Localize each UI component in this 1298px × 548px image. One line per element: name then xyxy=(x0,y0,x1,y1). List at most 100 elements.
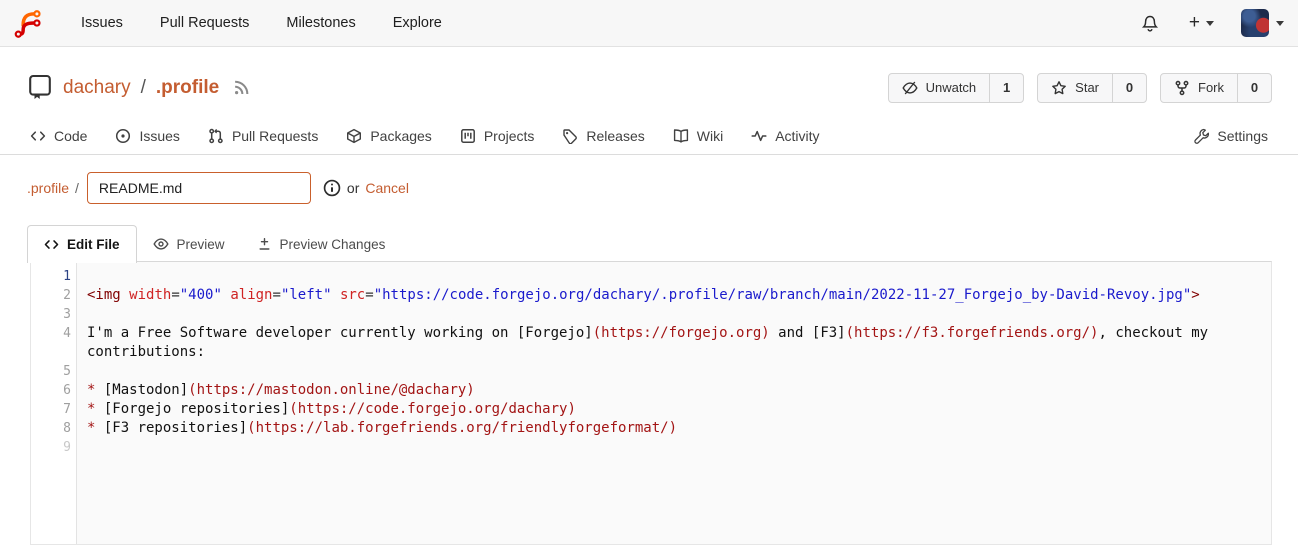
code-row: 2 <img width="400" align="left" src="http… xyxy=(31,286,1271,305)
star-button[interactable]: Star xyxy=(1038,73,1113,102)
git-pull-request-icon xyxy=(208,128,224,144)
repo-tab-issues[interactable]: Issues xyxy=(115,128,180,144)
repo-tab-code[interactable]: Code xyxy=(30,128,87,144)
unwatch-button-group: Unwatch 1 xyxy=(887,72,1025,103)
unwatch-button[interactable]: Unwatch xyxy=(889,73,991,102)
code-token: and [F3] xyxy=(769,325,846,341)
repo-owner-link[interactable]: dachary xyxy=(63,77,131,99)
repo-header: dachary / .profile Unwatch 1 Star 0 Fork… xyxy=(0,47,1298,118)
code-token: [F3 repositories] xyxy=(103,420,248,436)
repo-tab-label: Projects xyxy=(483,128,535,144)
unwatch-label: Unwatch xyxy=(925,80,977,95)
code-line[interactable] xyxy=(71,362,87,381)
eye-slash-icon xyxy=(901,80,918,96)
code-token: contributions: xyxy=(87,344,206,360)
breadcrumb-separator: / xyxy=(75,179,79,196)
code-token: (https://code.forgejo.org/dachary) xyxy=(289,401,576,417)
notifications-bell-icon[interactable] xyxy=(1141,14,1159,33)
nav-item-explore[interactable]: Explore xyxy=(393,15,442,31)
code-line[interactable] xyxy=(71,305,87,324)
issue-circle-dot-icon xyxy=(115,128,131,144)
repo-tab-label: Pull Requests xyxy=(231,128,319,144)
stars-count[interactable]: 0 xyxy=(1113,74,1146,102)
nav-item-pull-requests[interactable]: Pull Requests xyxy=(160,15,249,31)
fork-button-group: Fork 0 xyxy=(1160,72,1272,103)
wrench-icon xyxy=(1193,128,1210,144)
code-line[interactable] xyxy=(71,438,87,457)
repo-tab-settings[interactable]: Settings xyxy=(1193,128,1268,144)
code-token: (https://lab.forgefriends.org/friendlyfo… xyxy=(247,420,678,436)
code-icon xyxy=(30,128,46,144)
code-row: 3 xyxy=(31,305,1271,324)
nav-item-milestones[interactable]: Milestones xyxy=(286,15,355,31)
repo-tab-pull-requests[interactable]: Pull Requests xyxy=(208,128,318,144)
tab-preview[interactable]: Preview xyxy=(137,226,241,262)
tab-preview-changes[interactable]: Preview Changes xyxy=(241,226,402,262)
code-row: 6 * [Mastodon](https://mastodon.online/@d… xyxy=(31,381,1271,400)
line-number: 6 xyxy=(63,383,71,398)
code-token: * xyxy=(87,420,104,436)
repo-tab-label: Settings xyxy=(1217,128,1268,144)
user-menu[interactable] xyxy=(1241,9,1284,37)
repo-tab-releases[interactable]: Releases xyxy=(562,128,645,144)
watchers-count[interactable]: 1 xyxy=(990,74,1023,102)
editor-tab-label: Preview xyxy=(176,236,225,252)
code-line[interactable]: * [Forgejo repositories](https://code.fo… xyxy=(71,400,576,419)
code-row: 5 xyxy=(31,362,1271,381)
code-icon xyxy=(44,237,59,252)
nav-item-issues[interactable]: Issues xyxy=(81,15,123,31)
repo-tab-activity[interactable]: Activity xyxy=(751,128,820,144)
code-line[interactable]: <img width="400" align="left" src="https… xyxy=(71,286,1200,305)
repo-tab-wiki[interactable]: Wiki xyxy=(673,128,723,144)
code-line[interactable]: * [Mastodon](https://mastodon.online/@da… xyxy=(71,381,475,400)
or-text: or xyxy=(346,179,360,196)
code-token: * xyxy=(87,382,104,398)
code-editor[interactable]: 1 2 <img width="400" align="left" src="htt… xyxy=(30,261,1272,545)
code-line[interactable]: contributions: xyxy=(71,343,205,362)
code-line[interactable]: * [F3 repositories](https://lab.forgefri… xyxy=(71,419,677,438)
fork-icon xyxy=(1174,80,1190,96)
cancel-link[interactable]: Cancel xyxy=(365,180,409,196)
code-token: = xyxy=(365,287,374,303)
code-token: = xyxy=(272,287,281,303)
code-line[interactable] xyxy=(71,267,87,286)
code-token: (https://forgejo.org) xyxy=(592,325,770,341)
file-path-row: .profile / or Cancel xyxy=(27,171,1271,204)
book-icon xyxy=(673,128,689,144)
repo-name-link[interactable]: .profile xyxy=(156,77,219,99)
breadcrumb-dir-link[interactable]: .profile xyxy=(27,180,69,196)
repo-icon xyxy=(27,74,53,101)
forks-count[interactable]: 0 xyxy=(1238,74,1271,102)
code-token: <img xyxy=(87,287,130,303)
fork-button[interactable]: Fork xyxy=(1161,73,1238,102)
user-avatar[interactable] xyxy=(1241,9,1269,37)
code-row: 1 xyxy=(31,267,1271,286)
code-token: src xyxy=(339,287,366,303)
code-row: 9 xyxy=(31,438,1271,457)
repo-tab-label: Releases xyxy=(586,128,645,144)
repo-tab-packages[interactable]: Packages xyxy=(346,128,432,144)
repo-tab-label: Packages xyxy=(370,128,432,144)
tab-edit-file[interactable]: Edit File xyxy=(27,225,137,263)
code-token: "400" xyxy=(179,287,222,303)
repo-title-separator: / xyxy=(140,76,146,98)
code-token: width xyxy=(129,287,172,303)
code-line[interactable]: I'm a Free Software developer currently … xyxy=(71,324,1208,343)
line-number: 1 xyxy=(63,269,71,284)
filename-input[interactable] xyxy=(86,171,311,204)
forgejo-logo-icon[interactable] xyxy=(14,7,44,39)
eye-icon xyxy=(152,236,169,252)
create-new-button[interactable]: + xyxy=(1189,12,1214,34)
code-token: (https://f3.forgefriends.org/) xyxy=(845,325,1099,341)
repo-tab-projects[interactable]: Projects xyxy=(460,128,535,144)
package-icon xyxy=(346,128,362,144)
info-icon[interactable] xyxy=(323,179,341,197)
editor-tab-bar: Edit File Preview Preview Changes xyxy=(27,224,402,263)
fork-label: Fork xyxy=(1198,80,1224,95)
pulse-icon xyxy=(751,128,767,144)
caret-down-icon xyxy=(1206,20,1214,26)
code-token: * xyxy=(87,401,104,417)
star-icon xyxy=(1051,80,1067,96)
code-token: "https://code.forgejo.org/dachary/.profi… xyxy=(373,287,1192,303)
rss-feed-icon[interactable] xyxy=(233,79,250,96)
